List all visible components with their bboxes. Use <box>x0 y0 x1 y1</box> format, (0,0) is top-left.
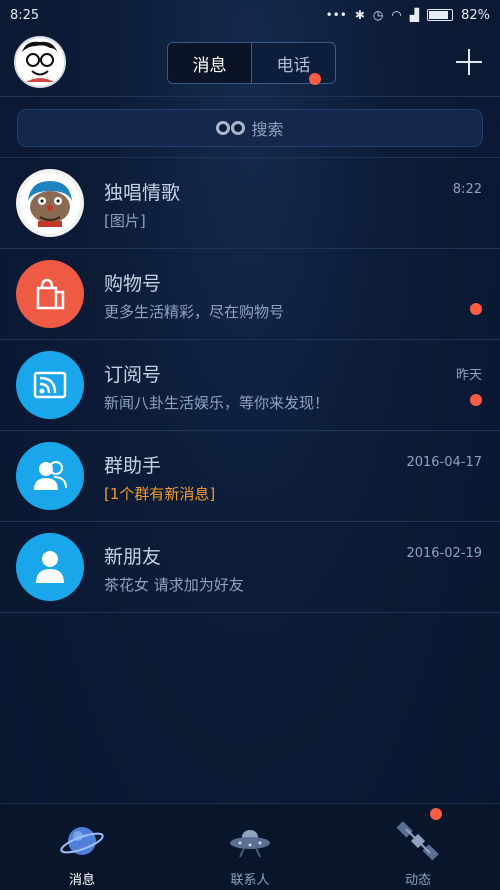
unread-dot <box>470 303 482 315</box>
conversation-time: 2016-02-19 <box>406 546 482 561</box>
tab-label: 消息 <box>68 873 95 888</box>
wifi-icon: ◠ <box>391 8 402 22</box>
conversation-preview: 更多生活精彩，尽在购物号 <box>104 303 285 321</box>
conversation-time: 2016-04-17 <box>406 455 482 470</box>
battery-icon <box>427 9 454 21</box>
cartoon-face-icon <box>16 38 64 86</box>
add-button[interactable] <box>451 44 487 80</box>
tab-label: 动态 <box>404 873 431 888</box>
tab-messages[interactable]: 消息 <box>168 43 252 83</box>
conversation-preview: 茶花女 请求加为好友 <box>104 576 244 594</box>
conversation-avatar <box>16 442 84 510</box>
status-indicators: ••• ✱ ◷ ◠ ▟ 82% <box>326 8 490 23</box>
message-list: 独唱情歌 [图片] 8:22 购物号 更多生活精彩，尽在购物号 订阅号 新闻八卦… <box>0 157 500 613</box>
search-bar[interactable]: 搜索 <box>17 109 483 147</box>
conversation-avatar <box>16 351 84 419</box>
doraemon-avatar-icon <box>20 173 80 233</box>
conversation-avatar <box>16 260 84 328</box>
status-bar: 8:25 ••• ✱ ◷ ◠ ▟ 82% <box>0 0 500 30</box>
conversation-row[interactable]: 群助手 [1个群有新消息] 2016-04-17 <box>0 430 500 521</box>
search-label: 搜索 <box>251 120 284 139</box>
conversation-row[interactable]: 购物号 更多生活精彩，尽在购物号 <box>0 248 500 339</box>
conversation-avatar <box>16 533 84 601</box>
conversation-name: 新朋友 <box>104 546 162 568</box>
subscription-rss-icon <box>33 371 67 399</box>
conversation-avatar <box>16 169 84 237</box>
conversation-time: 昨天 <box>455 368 482 383</box>
conversation-row[interactable]: 新朋友 茶花女 请求加为好友 2016-02-19 <box>0 521 500 613</box>
shopping-bag-icon <box>36 278 65 310</box>
satellite-icon <box>396 821 439 861</box>
conversation-preview: [1个群有新消息] <box>104 485 216 503</box>
conversation-name: 群助手 <box>104 455 162 477</box>
conversation-row[interactable]: 独唱情歌 [图片] 8:22 <box>0 157 500 248</box>
new-friend-icon <box>36 551 64 583</box>
ufo-icon <box>230 830 270 858</box>
tab-moments[interactable]: 动态 <box>368 804 468 890</box>
battery-percent: 82% <box>461 7 490 23</box>
conversation-name: 购物号 <box>104 273 162 295</box>
header: 消息 电话 <box>0 30 500 97</box>
conversation-time: 8:22 <box>452 182 482 197</box>
more-dots-icon: ••• <box>325 8 347 22</box>
tab-calls[interactable]: 电话 <box>252 43 335 83</box>
tab-contacts[interactable]: 联系人 <box>200 804 300 890</box>
binoculars-icon <box>216 121 246 135</box>
planet-icon <box>60 827 104 855</box>
calls-badge-dot <box>309 73 321 85</box>
conversation-preview: [图片] <box>104 212 146 230</box>
conversation-name: 独唱情歌 <box>104 182 181 204</box>
alarm-icon: ◷ <box>372 8 384 22</box>
conversation-name: 订阅号 <box>104 364 162 386</box>
group-assistant-icon <box>34 461 67 490</box>
unread-dot <box>470 394 482 406</box>
status-time: 8:25 <box>10 7 40 23</box>
bottom-tab-bar: 消息 联系人 动态 <box>0 803 500 890</box>
conversation-preview: 新闻八卦生活娱乐，等你来发现！ <box>104 394 330 412</box>
conversation-row[interactable]: 订阅号 新闻八卦生活娱乐，等你来发现！ 昨天 <box>0 339 500 430</box>
tab-label: 联系人 <box>230 873 270 888</box>
moments-badge-dot <box>430 808 442 820</box>
tab-messages-bottom[interactable]: 消息 <box>32 804 132 890</box>
user-avatar[interactable] <box>14 36 66 88</box>
signal-icon: ▟ <box>409 8 420 22</box>
bluetooth-icon: ✱ <box>354 8 365 22</box>
